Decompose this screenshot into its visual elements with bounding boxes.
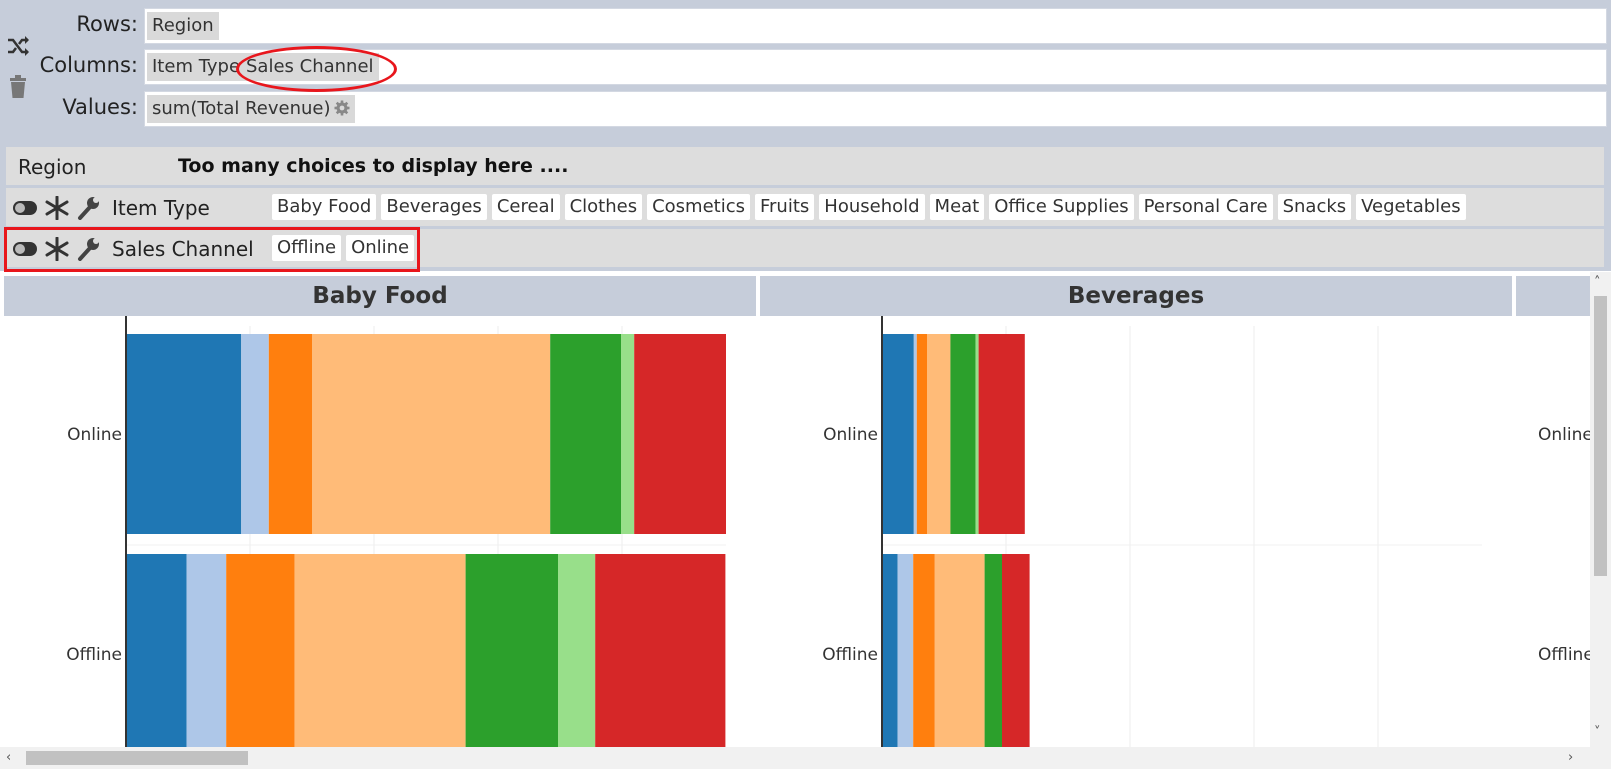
column-header-beverages: Beverages: [760, 276, 1512, 316]
stacked-bar-charts: Online Offline Online Offline Online Offline: [66, 316, 1590, 747]
filter-tools-sales-channel: [12, 237, 104, 261]
values-drop-zone[interactable]: sum(Total Revenue): [144, 91, 1607, 127]
values-chip-label: sum(Total Revenue): [152, 98, 331, 119]
horizontal-scrollbar[interactable]: ‹ ›: [0, 747, 1590, 769]
bar-segment: [550, 334, 621, 534]
y-tick-label: Offline: [66, 645, 122, 665]
bar-segment: [984, 554, 1002, 747]
bar-segment: [312, 334, 551, 534]
y-tick-label: Online: [67, 425, 122, 445]
bar-segment: [1002, 554, 1030, 747]
bar-segment: [916, 334, 927, 534]
bar-segment: [595, 554, 726, 747]
bar-segment: [927, 334, 951, 534]
bar-segment: [126, 554, 187, 747]
rows-drop-zone[interactable]: Region: [144, 8, 1607, 44]
toggle-icon[interactable]: [12, 196, 38, 220]
values-row: Values: sum(Total Revenue): [0, 89, 1611, 127]
asterisk-icon[interactable]: [44, 237, 70, 261]
toggle-icon[interactable]: [12, 237, 38, 261]
rows-chip-region[interactable]: Region: [147, 12, 219, 40]
bar-segment: [186, 554, 227, 747]
scrollbar-corner: [1590, 747, 1611, 769]
wrench-icon[interactable]: [76, 237, 102, 261]
filter-label-item-type: Item Type: [112, 196, 210, 220]
scroll-left-arrow[interactable]: ‹: [6, 751, 11, 765]
bar-segment: [913, 554, 935, 747]
filter-chip-meat[interactable]: Meat: [929, 194, 985, 220]
too-many-choices-message: Too many choices to display here ....: [178, 155, 569, 177]
bar-segment: [934, 554, 985, 747]
filter-panel: Region Too many choices to display here …: [0, 135, 1611, 271]
bar-segment: [950, 334, 976, 534]
bar-segment: [126, 334, 242, 534]
values-label: Values:: [62, 95, 138, 119]
bar-segment: [294, 554, 466, 747]
filter-chip-online[interactable]: Online: [346, 235, 415, 261]
filter-row-item-type: Item Type Baby Food Beverages Cereal Clothe…: [6, 188, 1604, 226]
filter-chip-fruits[interactable]: Fruits: [754, 194, 815, 220]
bar-segment: [241, 334, 269, 534]
gear-icon[interactable]: [334, 100, 350, 116]
bar-segment: [558, 554, 596, 747]
column-header-baby-food: Baby Food: [4, 276, 756, 316]
bar-segment: [978, 334, 1025, 534]
item-type-values: Baby Food Beverages Cereal Clothes Cosmetics…: [272, 194, 1471, 222]
filter-chip-offline[interactable]: Offline: [272, 235, 342, 261]
filter-row-region: Region Too many choices to display here …: [6, 147, 1604, 185]
filter-chip-cosmetics[interactable]: Cosmetics: [647, 194, 750, 220]
columns-label: Columns:: [39, 53, 138, 77]
bar-segment: [268, 334, 312, 534]
sales-channel-values: Offline Online: [272, 235, 419, 263]
scroll-right-arrow[interactable]: ›: [1568, 751, 1573, 765]
horizontal-scroll-thumb[interactable]: [26, 751, 248, 765]
bar-segment: [226, 554, 295, 747]
rows-label: Rows:: [76, 12, 138, 36]
asterisk-icon[interactable]: [44, 196, 70, 220]
filter-label-region: Region: [18, 155, 87, 179]
scroll-up-arrow[interactable]: ˄: [1594, 276, 1601, 290]
y-tick-label-clipped: Offline: [1538, 645, 1590, 665]
y-tick-label-clipped: Online: [1538, 425, 1590, 445]
bar-segment: [975, 334, 979, 534]
bar-segment: [621, 334, 635, 534]
bar-segment: [913, 334, 917, 534]
bar-segment: [882, 334, 914, 534]
columns-chip-item-type[interactable]: Item Type: [147, 53, 246, 81]
filter-label-sales-channel: Sales Channel: [112, 237, 254, 261]
filter-chip-clothes[interactable]: Clothes: [564, 194, 643, 220]
scroll-down-arrow[interactable]: ˅: [1594, 726, 1601, 740]
filter-chip-beverages[interactable]: Beverages: [381, 194, 487, 220]
wrench-icon[interactable]: [76, 196, 102, 220]
pivot-chart-grid: Baby Food Beverages Online Offline Online O…: [0, 272, 1590, 747]
columns-chip-sales-channel[interactable]: Sales Channel: [241, 53, 379, 81]
filter-row-sales-channel: Sales Channel Offline Online: [6, 229, 1604, 267]
bar-segment: [897, 554, 914, 747]
bar-segment: [465, 554, 558, 747]
filter-chip-household[interactable]: Household: [819, 194, 925, 220]
values-chip-sum-total-revenue[interactable]: sum(Total Revenue): [147, 95, 355, 123]
filter-chip-cereal[interactable]: Cereal: [491, 194, 560, 220]
bar-segment: [634, 334, 726, 534]
vertical-scrollbar[interactable]: ˄ ˅: [1590, 272, 1611, 747]
columns-row: Columns: Item Type Sales Channel: [0, 47, 1611, 85]
rows-row: Rows: Region: [0, 6, 1611, 44]
columns-drop-zone[interactable]: Item Type Sales Channel: [144, 49, 1607, 85]
filter-chip-snacks[interactable]: Snacks: [1277, 194, 1352, 220]
filter-chip-baby-food[interactable]: Baby Food: [272, 194, 377, 220]
y-tick-label: Online: [823, 425, 878, 445]
bar-segment: [882, 554, 898, 747]
vertical-scroll-thumb[interactable]: [1594, 296, 1607, 576]
filter-chip-personal-care[interactable]: Personal Care: [1138, 194, 1273, 220]
y-tick-label: Offline: [822, 645, 878, 665]
filter-chip-office-supplies[interactable]: Office Supplies: [989, 194, 1134, 220]
column-header-next: [1516, 276, 1590, 316]
filter-tools-item-type: [12, 196, 104, 220]
filter-chip-vegetables[interactable]: Vegetables: [1356, 194, 1466, 220]
pivot-config-panel: Rows: Region Columns: Item Type Sales Ch…: [0, 0, 1611, 135]
